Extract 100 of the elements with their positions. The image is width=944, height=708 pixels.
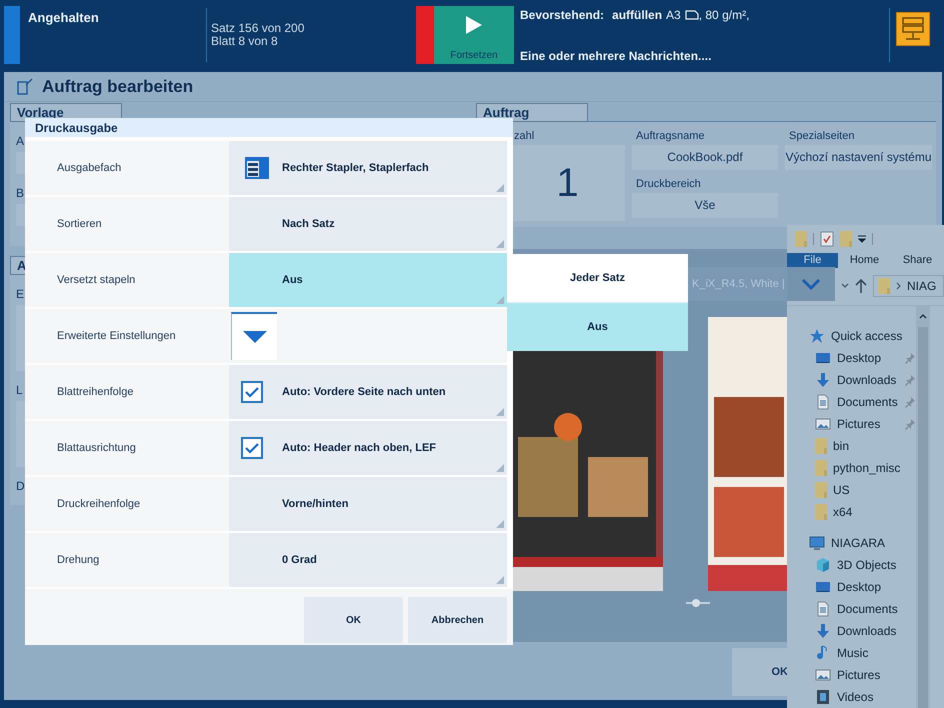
- path-text: NIAG: [907, 279, 936, 294]
- nav-item[interactable]: Pictures: [805, 664, 916, 686]
- ribbon-tab[interactable]: File: [787, 252, 838, 268]
- nav-item[interactable]: Desktop: [805, 576, 916, 598]
- setting-label: Drehung: [56, 554, 100, 566]
- paper-size: A3: [666, 8, 681, 22]
- nav-item[interactable]: Documents: [805, 598, 916, 620]
- stacker-icon: [245, 156, 269, 180]
- chevron-down-icon[interactable]: [787, 267, 835, 301]
- nav-item[interactable]: bin: [805, 435, 916, 457]
- field-label: Auftragsname: [636, 130, 704, 142]
- resize-corner-icon[interactable]: [496, 408, 504, 416]
- field-label: L: [16, 383, 23, 397]
- scroll-up-icon[interactable]: [918, 314, 927, 319]
- nav-item[interactable]: US: [805, 479, 916, 501]
- paper-icon: [684, 10, 699, 20]
- field-value: 1: [510, 145, 625, 221]
- nav-item[interactable]: NIAGARA: [805, 532, 916, 554]
- nav-item[interactable]: x64: [805, 501, 916, 523]
- nav-item[interactable]: Pictures: [805, 413, 916, 435]
- caret-down-icon[interactable]: [841, 283, 849, 290]
- nav-label: Videos: [837, 690, 874, 704]
- resize-corner-icon[interactable]: [496, 576, 504, 584]
- nav-item[interactable]: python_misc: [805, 457, 916, 479]
- field-value: CookBook.pdf: [632, 145, 778, 170]
- nav-item[interactable]: Documents: [805, 391, 916, 413]
- setting-label: Erweiterte Einstellungen: [56, 330, 177, 342]
- setting-value[interactable]: Aus: [229, 253, 507, 307]
- nav-label: Pictures: [837, 417, 882, 431]
- resize-corner-icon[interactable]: [496, 520, 504, 528]
- ribbon-tab[interactable]: Share: [891, 252, 944, 268]
- setting-value[interactable]: Auto: Vordere Seite nach unten: [229, 365, 507, 419]
- checkbox[interactable]: [241, 437, 263, 459]
- checkmark-icon: [245, 442, 259, 454]
- setting-value[interactable]: Rechter Stapler, Staplerfach: [229, 141, 507, 195]
- nav-item[interactable]: Videos: [805, 686, 916, 708]
- nav-item[interactable]: Quick access: [805, 325, 916, 347]
- folder-icon: [815, 460, 827, 476]
- scrollbar[interactable]: [916, 306, 930, 708]
- folder-icon: [878, 278, 890, 294]
- nav-label: Documents: [837, 602, 899, 616]
- menu-option[interactable]: Jeder Satz: [507, 254, 688, 302]
- cube-icon: [815, 557, 831, 573]
- nav-item[interactable]: Downloads: [805, 620, 916, 642]
- picture-icon: [815, 667, 831, 683]
- folder-icon: [815, 504, 827, 520]
- setting-value[interactable]: 0 Grad: [229, 533, 507, 587]
- cancel-button[interactable]: Abbrechen: [408, 597, 507, 643]
- up-arrow-icon[interactable]: [855, 279, 867, 294]
- menu-option[interactable]: Aus: [507, 303, 688, 351]
- upcoming-action: auffüllen: [612, 8, 662, 22]
- setting-value[interactable]: Vorne/hinten: [229, 477, 507, 531]
- expand-button[interactable]: [231, 312, 277, 360]
- properties-icon[interactable]: [820, 230, 834, 247]
- address-bar[interactable]: NIAG: [873, 275, 944, 298]
- ribbon-tab[interactable]: Home: [838, 252, 891, 268]
- nav-item[interactable]: 3D Objects: [805, 554, 916, 576]
- setting-label: Blattreihenfolge: [56, 386, 134, 398]
- monitor-icon: [815, 579, 831, 595]
- slider-handle[interactable]: [686, 599, 710, 607]
- download-icon: [815, 372, 831, 388]
- field-label: A: [16, 134, 24, 148]
- checkbox[interactable]: [241, 381, 263, 403]
- document-icon: [815, 394, 831, 410]
- dropdown-icon[interactable]: [858, 234, 866, 243]
- message-text: Eine oder mehrere Nachrichten....: [520, 49, 712, 63]
- status-accent: [4, 6, 20, 64]
- resize-corner-icon[interactable]: [496, 296, 504, 304]
- resize-corner-icon[interactable]: [496, 240, 504, 248]
- play-icon: [466, 16, 482, 34]
- window-title: Auftrag bearbeiten: [42, 76, 194, 96]
- picture-icon: [815, 416, 831, 432]
- stop-indicator: [416, 6, 434, 64]
- nav-item[interactable]: Music: [805, 642, 916, 664]
- resize-corner-icon[interactable]: [496, 464, 504, 472]
- job-state: Angehalten: [28, 9, 100, 27]
- pin-icon[interactable]: [904, 374, 916, 386]
- setting-value[interactable]: Nach Satz: [229, 197, 507, 251]
- server-icon[interactable]: [896, 12, 930, 46]
- progress-text: Blatt 8 von 8: [211, 35, 279, 48]
- nav-item[interactable]: Downloads: [805, 369, 916, 391]
- field-label: Spezialseiten: [789, 130, 854, 142]
- field-label: B: [16, 186, 24, 200]
- nav-item[interactable]: Desktop: [805, 347, 916, 369]
- nav-label: NIAGARA: [831, 536, 886, 550]
- ok-button[interactable]: OK: [304, 597, 403, 643]
- nav-label: Pictures: [837, 668, 882, 682]
- pin-icon[interactable]: [904, 418, 916, 430]
- film-icon: [815, 689, 831, 705]
- nav-label: Desktop: [837, 351, 882, 365]
- pin-icon[interactable]: [904, 352, 916, 364]
- ok-button[interactable]: OK: [732, 648, 789, 696]
- pin-icon[interactable]: [904, 396, 916, 408]
- resize-corner-icon[interactable]: [496, 184, 504, 192]
- nav-label: Quick access: [831, 329, 904, 343]
- triangle-down-icon: [242, 331, 266, 343]
- field-label: Druckbereich: [636, 178, 701, 190]
- setting-value[interactable]: Auto: Header nach oben, LEF: [229, 421, 507, 475]
- tab[interactable]: Auftrag: [476, 103, 588, 121]
- nav-label: x64: [833, 505, 854, 519]
